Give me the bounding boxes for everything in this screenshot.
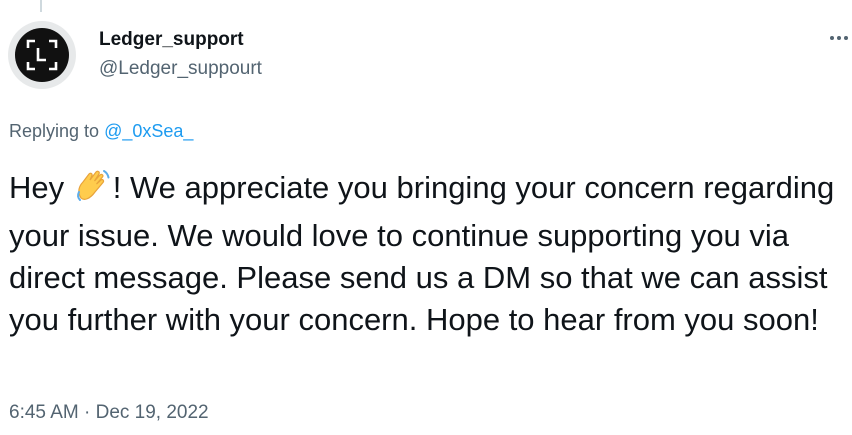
- thread-connector-line: [40, 0, 42, 12]
- replying-prefix: Replying to: [9, 121, 105, 141]
- more-options-button[interactable]: [826, 28, 852, 48]
- avatar[interactable]: [8, 21, 76, 89]
- more-dots-icon: [830, 36, 848, 40]
- reply-mention-link[interactable]: @_0xSea_: [104, 121, 193, 141]
- tweet-greeting: Hey: [9, 170, 73, 205]
- tweet: Ledger_support @Ledger_suppourt Replying…: [0, 0, 852, 435]
- user-handle[interactable]: @Ledger_suppourt: [99, 57, 262, 81]
- tweet-text: Hey ! We appreciate you bringing your co…: [9, 167, 847, 341]
- tweet-body-text: ! We appreciate you bringing your concer…: [9, 170, 835, 337]
- display-name[interactable]: Ledger_support: [99, 28, 262, 52]
- replying-to: Replying to @_0xSea_: [9, 119, 193, 143]
- tweet-header: Ledger_support @Ledger_suppourt: [99, 28, 262, 81]
- ledger-logo-icon: [15, 28, 69, 82]
- tweet-timestamp[interactable]: 6:45 AM · Dec 19, 2022: [9, 401, 209, 425]
- waving-hand-icon: [75, 168, 111, 215]
